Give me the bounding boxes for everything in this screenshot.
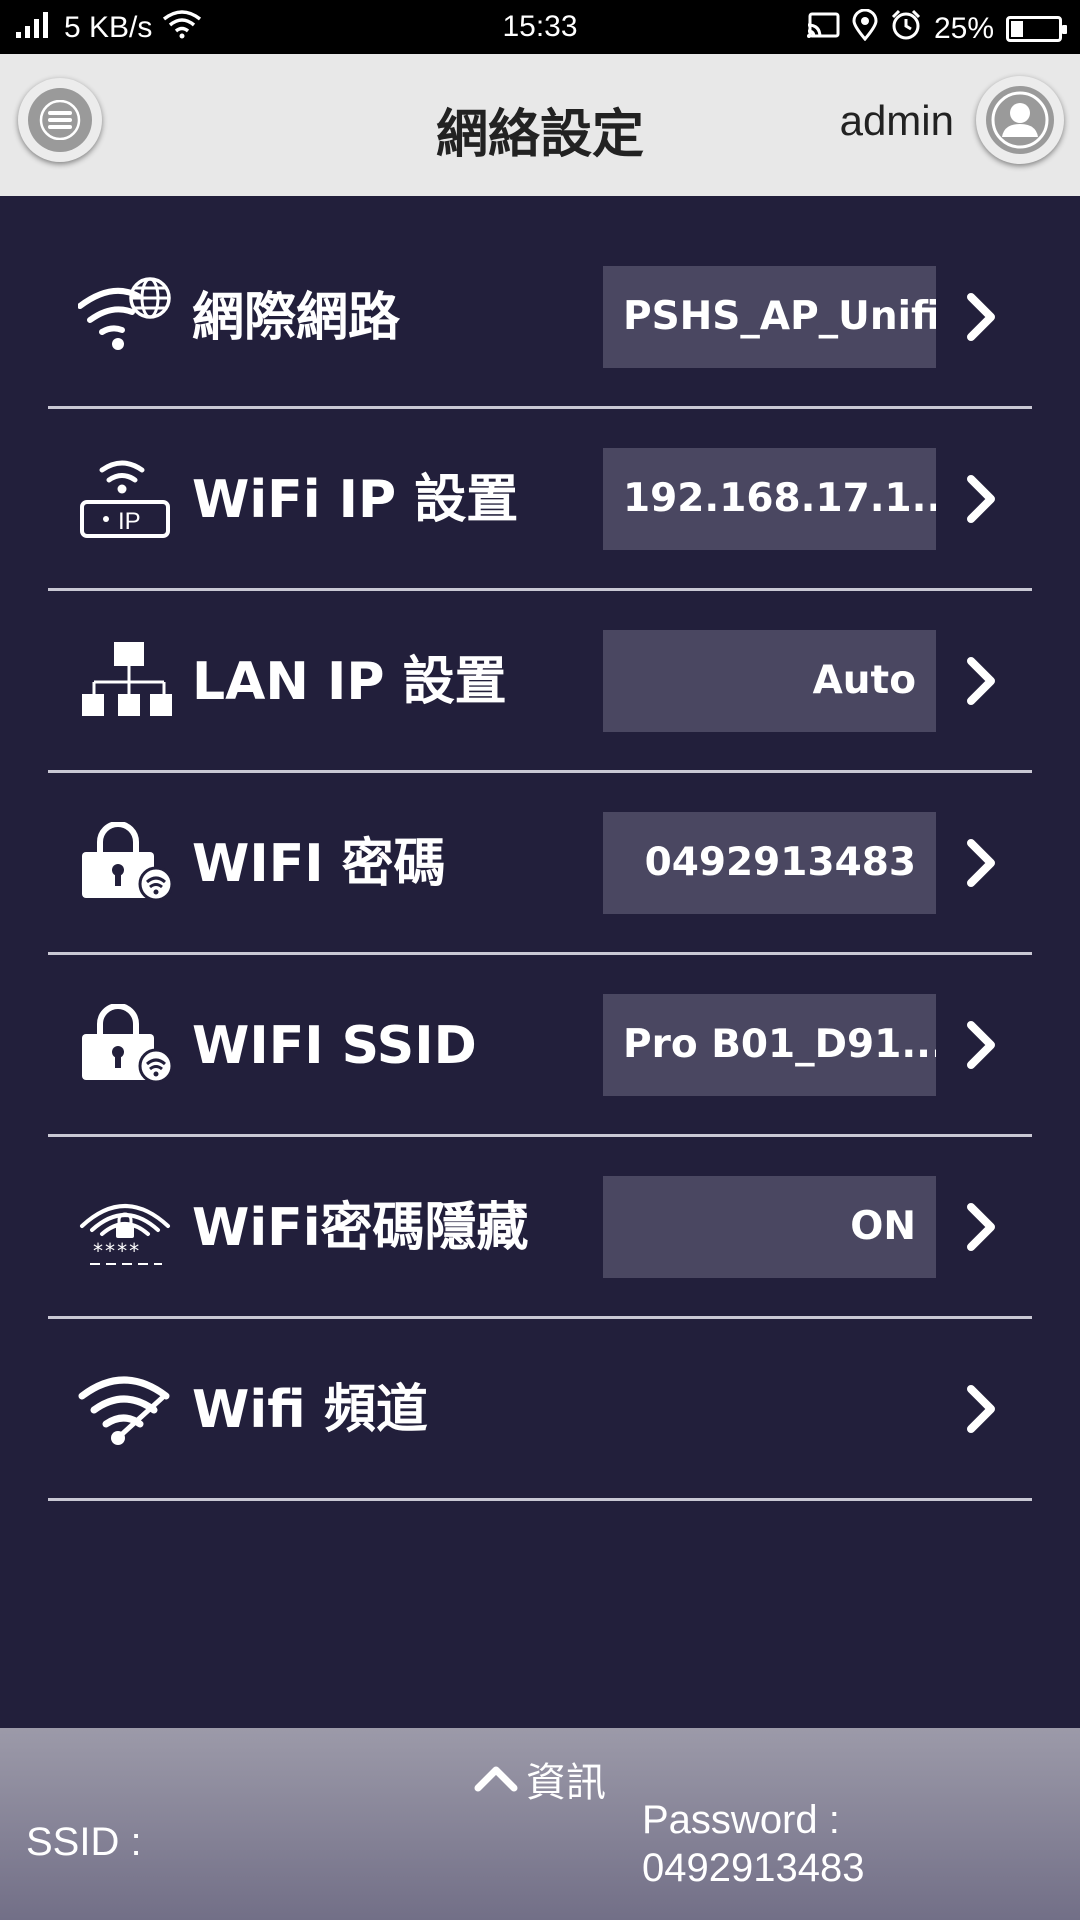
- chevron-right-icon[interactable]: [954, 1199, 1010, 1255]
- setting-value[interactable]: PSHS_AP_Unifi: [603, 266, 936, 368]
- wifi-hidden-password-icon: ****: [78, 1186, 172, 1266]
- settings-list: 網際網路 PSHS_AP_Unifi IP WiFi IP 設置 192.168…: [48, 227, 1032, 1501]
- setting-value[interactable]: 0492913483: [603, 812, 936, 914]
- alarm-icon: [890, 9, 922, 49]
- wifi-ip-icon: IP: [78, 458, 172, 538]
- cast-icon: [806, 11, 840, 47]
- setting-value[interactable]: 192.168.17.1...: [603, 448, 936, 550]
- setting-label: WiFi IP 設置: [192, 470, 519, 530]
- info-panel: 資訊 SSID : Password : 0492913483: [0, 1728, 1080, 1920]
- setting-label: Wifi 頻道: [192, 1380, 428, 1440]
- svg-text:IP: IP: [118, 508, 141, 535]
- chevron-up-icon: [474, 1756, 518, 1802]
- info-toggle-label: 資訊: [526, 1760, 606, 1806]
- battery-percent: 25%: [933, 12, 994, 45]
- avatar-button[interactable]: [976, 76, 1064, 164]
- setting-label: WiFi密碼隱藏: [192, 1198, 529, 1258]
- setting-row-wifi-ip[interactable]: IP WiFi IP 設置 192.168.17.1...: [48, 409, 1032, 591]
- setting-label: WIFI SSID: [192, 1016, 477, 1076]
- battery-fill: [1011, 21, 1023, 37]
- setting-row-lan-ip[interactable]: LAN IP 設置 Auto: [48, 591, 1032, 773]
- app-header: 網絡設定 admin: [0, 54, 1080, 196]
- lock-wifi-icon: [78, 822, 172, 902]
- setting-label: LAN IP 設置: [192, 652, 507, 712]
- username: admin: [839, 97, 954, 144]
- user-icon: [986, 86, 1054, 154]
- password-value: 0492913483: [642, 1846, 865, 1890]
- wifi-channel-icon: [78, 1368, 172, 1448]
- chevron-right-icon[interactable]: [954, 653, 1010, 709]
- setting-row-internet[interactable]: 網際網路 PSHS_AP_Unifi: [48, 227, 1032, 409]
- setting-value[interactable]: ON: [603, 1176, 936, 1278]
- chevron-right-icon[interactable]: [954, 471, 1010, 527]
- password-label: Password :: [642, 1798, 840, 1842]
- info-toggle-button[interactable]: 資訊: [0, 1750, 1080, 1808]
- status-bar: 5 KB/s 15:33 25%: [0, 0, 1080, 54]
- chevron-right-icon[interactable]: [954, 289, 1010, 345]
- chevron-right-icon[interactable]: [954, 1381, 1010, 1437]
- setting-row-hide-password[interactable]: **** WiFi密碼隱藏 ON: [48, 1137, 1032, 1319]
- ssid-label: SSID :: [26, 1820, 142, 1864]
- setting-label: 網際網路: [192, 288, 401, 348]
- wifi-globe-icon: [78, 276, 172, 356]
- battery-icon: [1006, 16, 1067, 42]
- setting-row-wifi-password[interactable]: WIFI 密碼 0492913483: [48, 773, 1032, 955]
- setting-row-wifi-channel[interactable]: Wifi 頻道: [48, 1319, 1032, 1501]
- setting-value[interactable]: Pro B01_D91...: [603, 994, 936, 1096]
- lock-wifi-icon: [78, 1004, 172, 1084]
- setting-label: WIFI 密碼: [192, 834, 446, 894]
- chevron-right-icon[interactable]: [954, 835, 1010, 891]
- svg-text:****: ****: [92, 1239, 140, 1263]
- lan-network-icon: [78, 640, 172, 720]
- setting-row-wifi-ssid[interactable]: WIFI SSID Pro B01_D91...: [48, 955, 1032, 1137]
- chevron-right-icon[interactable]: [954, 1017, 1010, 1073]
- setting-value[interactable]: Auto: [603, 630, 936, 732]
- location-icon: [852, 8, 878, 49]
